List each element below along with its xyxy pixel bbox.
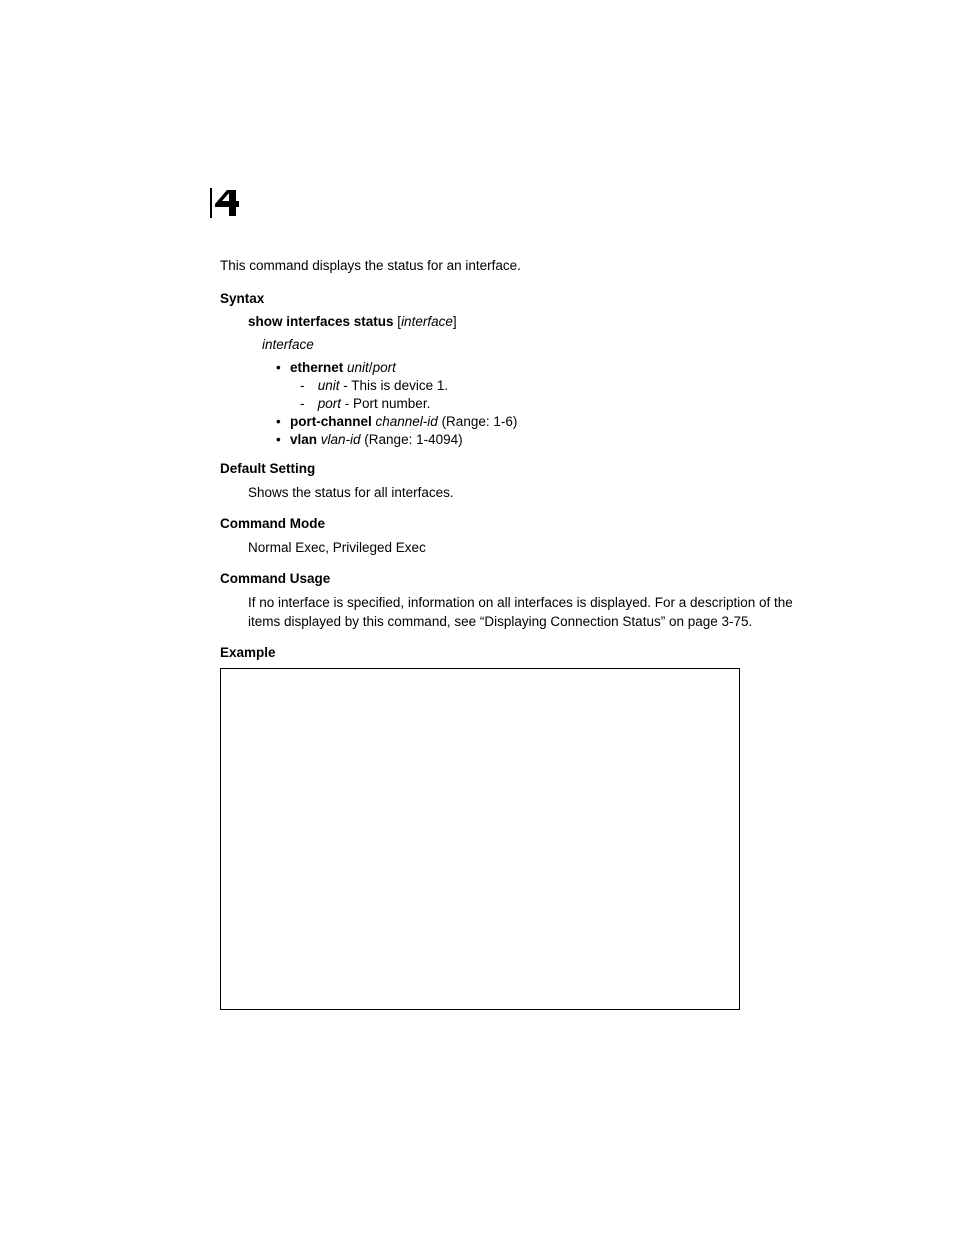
ethernet-option: ethernet unit/port	[276, 360, 804, 375]
command-usage-text: If no interface is specified, informatio…	[248, 594, 804, 630]
vlan-option: vlan vlan-id (Range: 1-4094)	[276, 432, 804, 447]
syntax-heading: Syntax	[220, 291, 804, 306]
page-content: This command displays the status for an …	[0, 0, 954, 1070]
ethernet-unit-arg: unit	[343, 360, 369, 375]
interface-options-list-2: port-channel channel-id (Range: 1-6) vla…	[276, 414, 804, 447]
ethernet-port-arg: port	[373, 360, 396, 375]
default-setting-text: Shows the status for all interfaces.	[248, 484, 804, 502]
chapter-number-icon	[212, 188, 240, 218]
interface-label: interface	[262, 337, 804, 352]
default-setting-heading: Default Setting	[220, 461, 804, 476]
command-usage-heading: Command Usage	[220, 571, 804, 586]
port-channel-keyword: port-channel	[290, 414, 372, 429]
unit-label: unit	[318, 378, 340, 393]
vlan-arg: vlan-id	[317, 432, 361, 447]
syntax-command-line: show interfaces status [interface]	[248, 314, 804, 329]
port-desc: - Port number.	[341, 396, 430, 411]
intro-text: This command displays the status for an …	[220, 258, 804, 273]
example-box	[220, 668, 740, 1010]
chapter-marker	[210, 188, 240, 218]
unit-desc-item: unit - This is device 1.	[300, 378, 804, 393]
port-channel-range: (Range: 1-6)	[438, 414, 518, 429]
example-heading: Example	[220, 645, 804, 660]
syntax-param: interface	[401, 314, 453, 329]
port-label: port	[318, 396, 341, 411]
syntax-command: show interfaces status	[248, 314, 394, 329]
syntax-bracket-open: [	[394, 314, 402, 329]
vlan-range: (Range: 1-4094)	[361, 432, 463, 447]
port-channel-option: port-channel channel-id (Range: 1-6)	[276, 414, 804, 429]
ethernet-sub-list: unit - This is device 1. port - Port num…	[300, 378, 804, 411]
vlan-keyword: vlan	[290, 432, 317, 447]
unit-desc: - This is device 1.	[340, 378, 449, 393]
interface-options-list: ethernet unit/port	[276, 360, 804, 375]
port-desc-item: port - Port number.	[300, 396, 804, 411]
syntax-bracket-close: ]	[453, 314, 457, 329]
command-mode-heading: Command Mode	[220, 516, 804, 531]
command-mode-text: Normal Exec, Privileged Exec	[248, 539, 804, 557]
port-channel-arg: channel-id	[372, 414, 438, 429]
ethernet-keyword: ethernet	[290, 360, 343, 375]
